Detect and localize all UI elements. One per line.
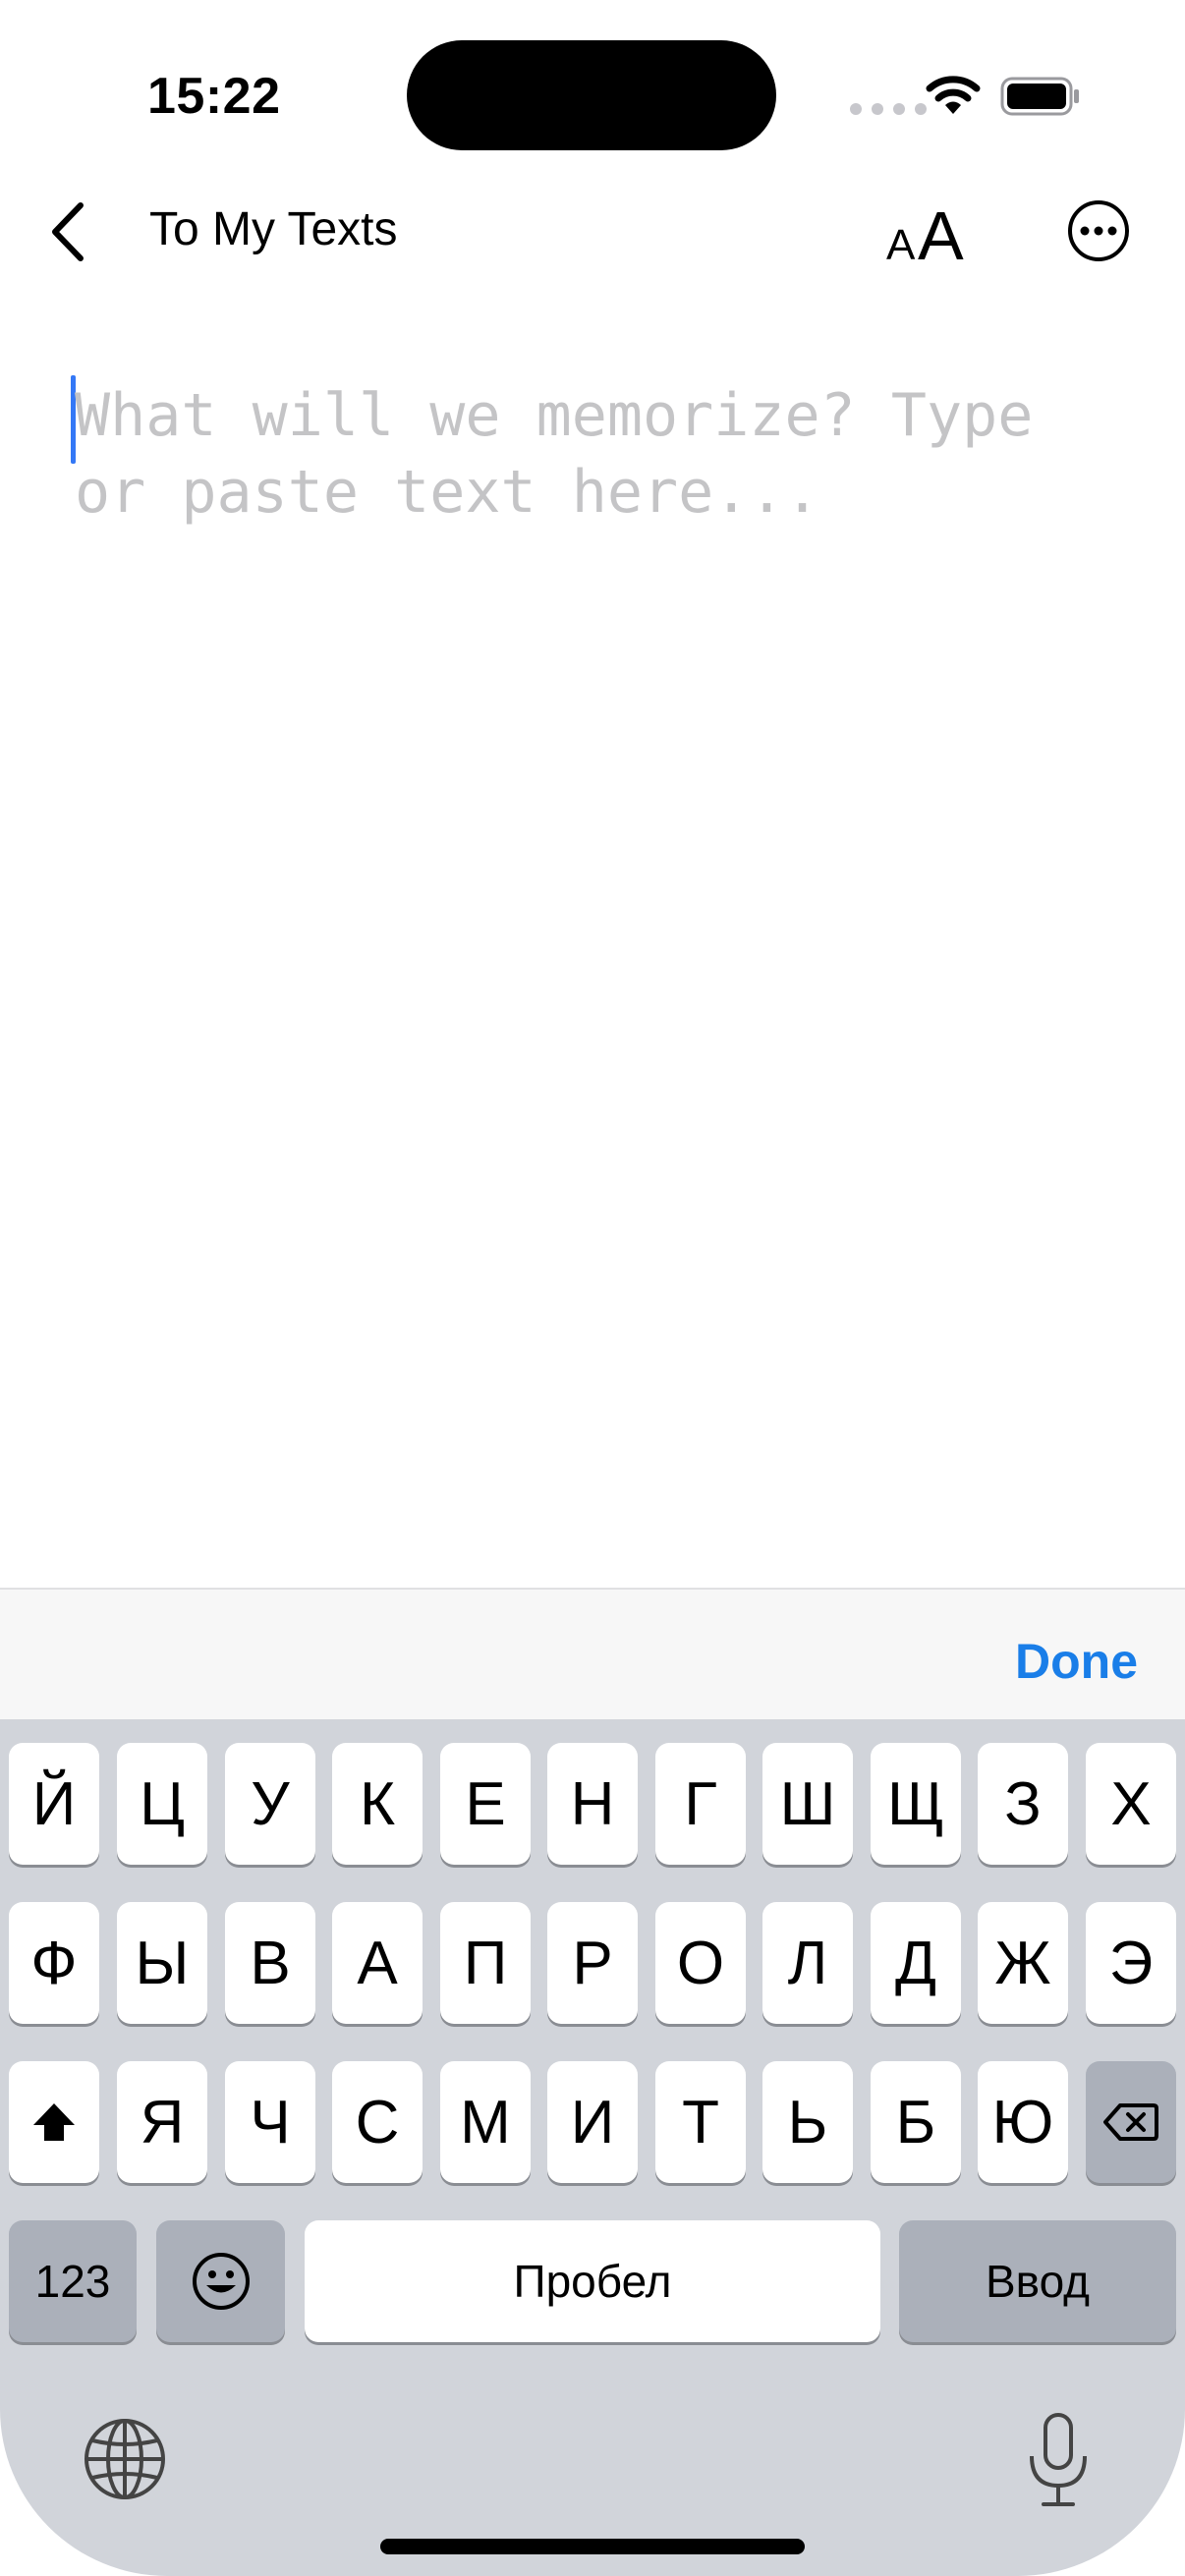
svg-text:A: A	[886, 221, 916, 269]
key[interactable]: Ж	[978, 1902, 1068, 2024]
wifi-icon	[926, 76, 981, 114]
key[interactable]: И	[547, 2061, 638, 2183]
key[interactable]: П	[440, 1902, 531, 2024]
key[interactable]: Б	[871, 2061, 961, 2183]
key[interactable]: Л	[762, 1902, 853, 2024]
key[interactable]: Н	[547, 1743, 638, 1865]
svg-text:A: A	[918, 197, 964, 274]
dynamic-island	[407, 40, 776, 150]
key[interactable]: В	[225, 1902, 315, 2024]
key[interactable]: Ч	[225, 2061, 315, 2183]
key[interactable]: Ы	[117, 1902, 207, 2024]
key[interactable]: Т	[655, 2061, 746, 2183]
delete-backward-icon	[1103, 2103, 1158, 2141]
space-key[interactable]: Пробел	[305, 2220, 880, 2342]
key[interactable]: С	[332, 2061, 423, 2183]
screen: 15:22 To My Texts A A What will we memor…	[0, 0, 1185, 2576]
text-editor[interactable]: What will we memorize? Type or paste tex…	[71, 373, 1112, 1552]
delete-key[interactable]	[1086, 2061, 1176, 2183]
cellular-signal-icon	[850, 103, 927, 115]
key[interactable]: Щ	[871, 1743, 961, 1865]
text-size-icon[interactable]: A A	[884, 187, 975, 275]
done-button[interactable]: Done	[1015, 1633, 1138, 1690]
key[interactable]: Я	[117, 2061, 207, 2183]
key[interactable]: Й	[9, 1743, 99, 1865]
key[interactable]: Э	[1086, 1902, 1176, 2024]
key[interactable]: Ц	[117, 1743, 207, 1865]
key[interactable]: У	[225, 1743, 315, 1865]
globe-icon[interactable]	[83, 2417, 167, 2501]
keyboard-accessory-bar: Done	[0, 1588, 1185, 1719]
key[interactable]: М	[440, 2061, 531, 2183]
editor-placeholder: What will we memorize? Type or paste tex…	[75, 381, 1034, 527]
emoji-key[interactable]	[156, 2220, 285, 2342]
shift-icon	[33, 2103, 75, 2141]
key[interactable]: Ю	[978, 2061, 1068, 2183]
key[interactable]: Ь	[762, 2061, 853, 2183]
battery-icon	[1000, 77, 1079, 116]
key[interactable]: Г	[655, 1743, 746, 1865]
return-key[interactable]: Ввод	[899, 2220, 1176, 2342]
key[interactable]: Ф	[9, 1902, 99, 2024]
chevron-left-icon	[52, 202, 84, 261]
emoji-face-icon	[192, 2253, 250, 2310]
numbers-key[interactable]: 123	[9, 2220, 137, 2342]
back-button[interactable]	[39, 196, 98, 267]
shift-key[interactable]	[9, 2061, 99, 2183]
key[interactable]: Ш	[762, 1743, 853, 1865]
key[interactable]: Д	[871, 1902, 961, 2024]
ellipsis-circle-icon[interactable]	[1067, 199, 1130, 262]
key[interactable]: Р	[547, 1902, 638, 2024]
microphone-icon[interactable]	[1026, 2411, 1091, 2509]
status-time: 15:22	[147, 68, 281, 125]
key[interactable]: Е	[440, 1743, 531, 1865]
key[interactable]: К	[332, 1743, 423, 1865]
key[interactable]: З	[978, 1743, 1068, 1865]
back-button-label[interactable]: To My Texts	[149, 202, 398, 256]
key[interactable]: Х	[1086, 1743, 1176, 1865]
key[interactable]: О	[655, 1902, 746, 2024]
space-key-label: Пробел	[513, 2256, 672, 2307]
home-indicator	[380, 2539, 805, 2554]
return-key-label: Ввод	[985, 2256, 1090, 2307]
key[interactable]: А	[332, 1902, 423, 2024]
numbers-key-label: 123	[34, 2256, 111, 2307]
